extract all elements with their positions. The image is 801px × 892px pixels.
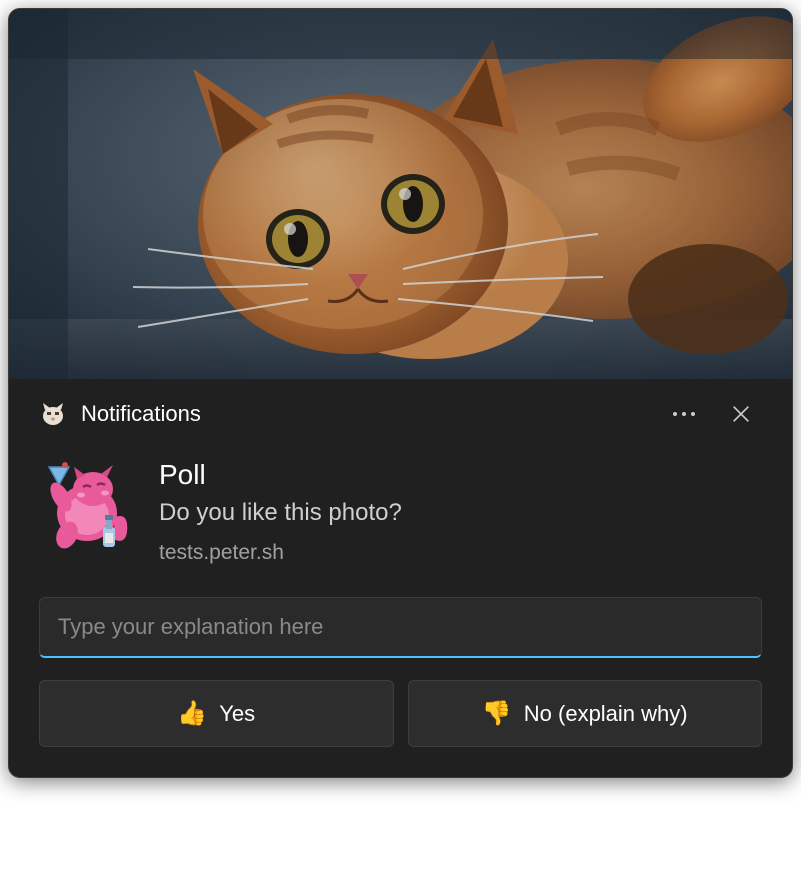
yes-label: Yes	[219, 701, 255, 727]
avatar-icon	[39, 457, 135, 553]
no-button[interactable]: 👎 No (explain why)	[408, 680, 763, 747]
hero-image	[9, 9, 792, 379]
button-row: 👍 Yes 👎 No (explain why)	[9, 666, 792, 777]
close-icon[interactable]	[720, 399, 762, 429]
thumbs-up-icon: 👍	[177, 699, 207, 728]
notification-header: Notifications	[9, 379, 792, 439]
thumbs-down-icon: 👎	[482, 699, 512, 728]
yes-button[interactable]: 👍 Yes	[39, 680, 394, 747]
notification-title: Poll	[159, 459, 762, 491]
text-content: Poll Do you like this photo? tests.peter…	[159, 457, 762, 565]
notification-body: Do you like this photo?	[159, 499, 762, 527]
no-label: No (explain why)	[524, 701, 688, 727]
more-icon[interactable]	[662, 407, 706, 421]
notification-content: Poll Do you like this photo? tests.peter…	[9, 439, 792, 575]
input-row	[9, 575, 792, 666]
notification-card: Notifications	[8, 8, 793, 778]
app-name: Notifications	[81, 401, 648, 427]
explanation-input[interactable]	[39, 597, 762, 658]
app-icon	[39, 400, 67, 428]
notification-source: tests.peter.sh	[159, 541, 762, 565]
